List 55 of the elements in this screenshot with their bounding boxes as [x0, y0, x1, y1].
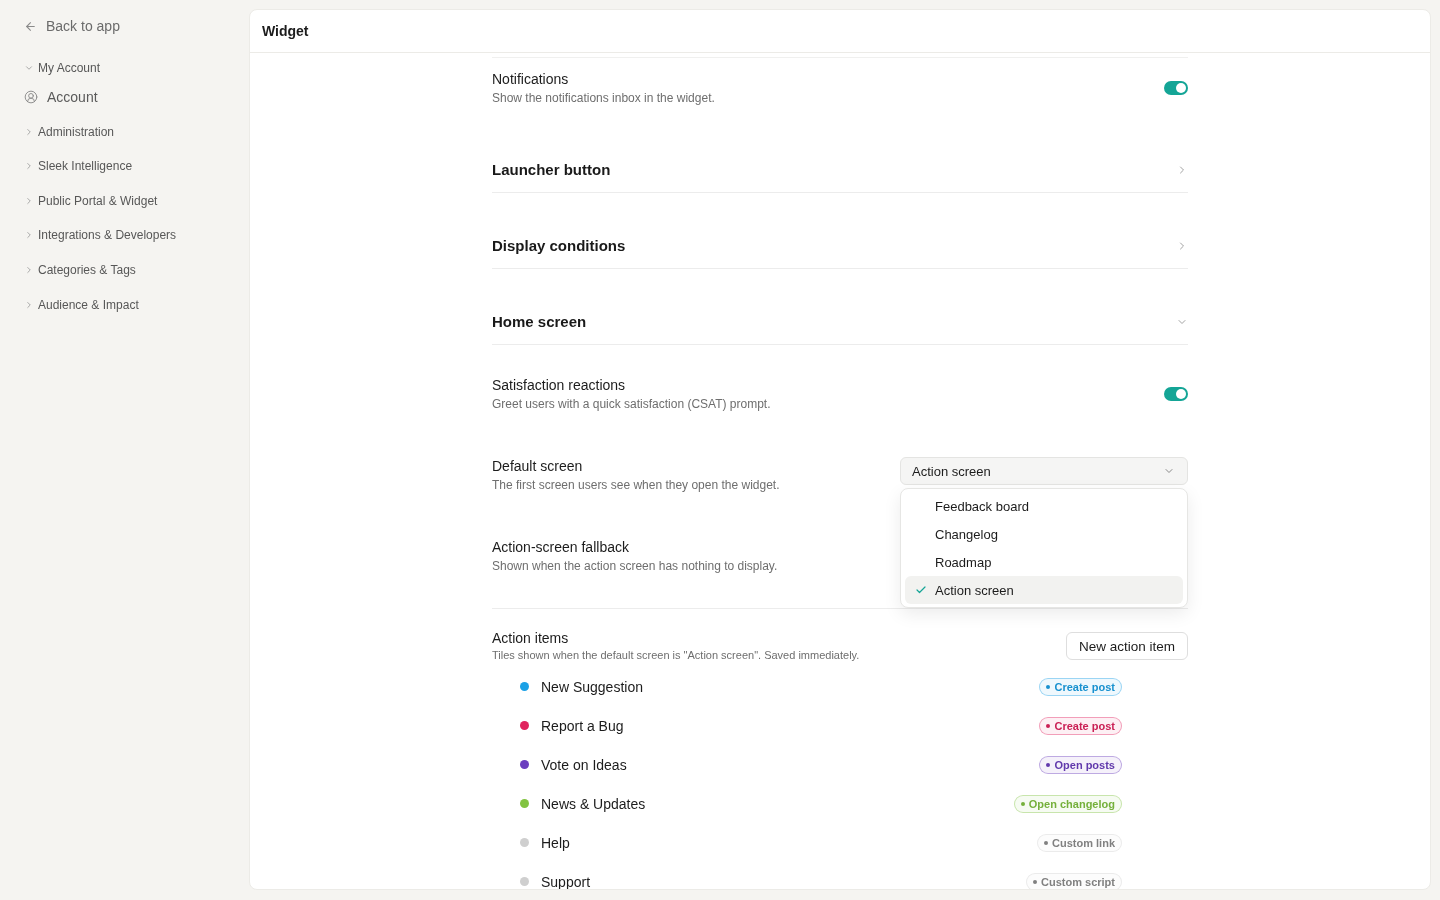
action-item-label: Help	[541, 834, 571, 851]
back-link[interactable]: Back to app	[24, 16, 120, 36]
menu-option[interactable]: Roadmap	[905, 548, 1183, 576]
setting-description: Show the notifications inbox in the widget.	[492, 90, 715, 107]
action-item-label: Support	[541, 873, 592, 889]
action-type-label: Open posts	[1054, 758, 1115, 771]
setting-description: Greet users with a quick satisfaction (CSAT) prompt.	[492, 396, 771, 413]
toggle-switch[interactable]	[1164, 81, 1188, 95]
tag-dot-icon	[1044, 840, 1049, 845]
action-item-label: New Suggestion	[541, 678, 644, 695]
action-type-label: Custom link	[1052, 836, 1115, 849]
action-type-label: Create post	[1054, 719, 1115, 732]
section-title: Launcher button	[492, 160, 611, 180]
tag-dot-icon	[1046, 684, 1051, 689]
toggle-switch[interactable]	[1164, 387, 1188, 401]
page-title: Widget	[262, 23, 309, 39]
setting-description: Shown when the action screen has nothing to display.	[492, 558, 778, 575]
user-circle-icon	[24, 90, 38, 105]
section-header[interactable]: Home screen	[492, 269, 1188, 345]
tag-dot-icon	[1046, 723, 1051, 728]
check-icon	[915, 584, 927, 596]
sidebar-group[interactable]: Audience & Impact	[24, 287, 139, 322]
action-item-label: News & Updates	[541, 795, 647, 812]
setting-description: The first screen users see when they open the widget.	[492, 477, 780, 494]
sidebar-item[interactable]: Account	[24, 85, 98, 110]
setting-title: Satisfaction reactions	[492, 376, 627, 395]
action-item-label: Vote on Ideas	[541, 756, 628, 773]
setting-title: Notifications	[492, 70, 570, 89]
action-type-label: Create post	[1054, 680, 1115, 693]
sidebar-group[interactable]: Categories & Tags	[24, 252, 136, 288]
section-title: Home screen	[492, 312, 587, 332]
setting-description: Tiles shown when the default screen is "Action screen". Saved immediately.	[492, 648, 860, 662]
setting-title: Action items	[492, 629, 570, 648]
menu-option[interactable]: Feedback board	[905, 492, 1183, 520]
action-type-label: Custom script	[1041, 875, 1115, 888]
tag-dot-icon	[1046, 762, 1051, 767]
setting-title: Action-screen fallback	[492, 538, 630, 557]
sidebar-group[interactable]: Integrations & Developers	[24, 218, 177, 253]
sidebar-group[interactable]: Administration	[24, 114, 115, 149]
action-type-label: Open changelog	[1028, 797, 1115, 810]
tag-dot-icon	[1020, 801, 1025, 806]
menu-option[interactable]: Action screen	[905, 576, 1183, 604]
new-action-item-button[interactable]: New action item	[1065, 632, 1188, 660]
sidebar-group[interactable]: Public Portal & Widget	[24, 183, 158, 219]
sidebar-group[interactable]: Sleek Intelligence	[24, 148, 133, 184]
section-header[interactable]: Display conditions	[492, 193, 1188, 269]
menu-option[interactable]: Changelog	[905, 520, 1183, 548]
select-field[interactable]: Action screen	[900, 457, 1188, 485]
setting-title: Default screen	[492, 457, 584, 476]
section-header[interactable]: Launcher button	[492, 117, 1188, 193]
tag-dot-icon	[1033, 879, 1038, 884]
sidebar-group[interactable]: My Account	[24, 50, 101, 86]
action-item-label: Report a Bug	[541, 717, 625, 734]
back-arrow-icon	[24, 19, 37, 33]
section-title: Display conditions	[492, 236, 626, 256]
